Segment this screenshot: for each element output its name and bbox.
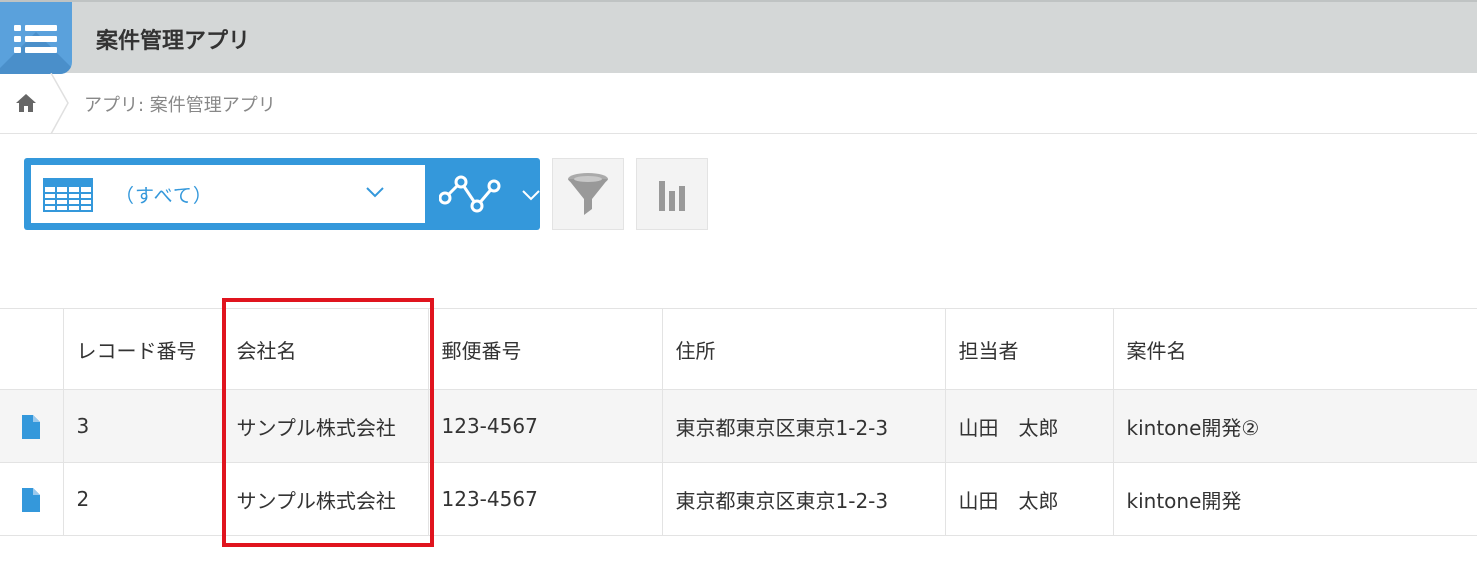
app-header: 案件管理アプリ: [0, 0, 1477, 74]
app-title: 案件管理アプリ: [96, 29, 251, 54]
cell-zip: 123-4567: [427, 389, 663, 463]
breadcrumb-app-link[interactable]: アプリ: 案件管理アプリ: [84, 91, 276, 117]
column-header-project[interactable]: 案件名: [1112, 308, 1477, 390]
cell-project: kintone開発: [1112, 462, 1477, 536]
filter-icon: [568, 173, 608, 215]
records-table: レコード番号 会社名 郵便番号 住所 担当者 案件名 3 サンプル株式会社 12…: [0, 308, 1477, 536]
chevron-down-icon: [522, 190, 540, 201]
table-header-row: レコード番号 会社名 郵便番号 住所 担当者 案件名: [0, 308, 1477, 390]
column-header-person[interactable]: 担当者: [944, 308, 1114, 390]
cell-person: 山田 太郎: [944, 389, 1114, 463]
cell-company: サンプル株式会社: [222, 462, 429, 536]
cell-person: 山田 太郎: [944, 462, 1114, 536]
column-header-actions: [0, 308, 64, 390]
breadcrumb: アプリ: 案件管理アプリ: [0, 73, 1477, 134]
cell-project: kintone開発②: [1112, 389, 1477, 463]
table-row[interactable]: 2 サンプル株式会社 123-4567 東京都東京区東京1-2-3 山田 太郎 …: [0, 462, 1477, 536]
breadcrumb-separator: [50, 73, 69, 134]
home-icon: [16, 94, 36, 112]
column-header-record-number[interactable]: レコード番号: [62, 308, 224, 390]
column-header-company[interactable]: 会社名: [222, 308, 429, 390]
chart-button[interactable]: [636, 158, 708, 230]
list-app-icon[interactable]: [0, 2, 72, 74]
record-detail-link[interactable]: [0, 462, 64, 536]
cell-zip: 123-4567: [427, 462, 663, 536]
record-detail-link[interactable]: [0, 389, 64, 463]
view-name: （すべて）: [115, 185, 213, 207]
document-icon: [22, 414, 41, 439]
cell-address: 東京都東京区東京1-2-3: [661, 389, 946, 463]
document-icon: [22, 487, 41, 512]
home-button[interactable]: [0, 73, 52, 133]
bar-chart-icon: [659, 181, 685, 211]
view-dropdown[interactable]: （すべて）: [31, 165, 425, 223]
view-selector: （すべて）: [24, 158, 540, 230]
filter-button[interactable]: [552, 158, 624, 230]
cell-record-number: 2: [62, 462, 224, 536]
column-header-address[interactable]: 住所: [661, 308, 946, 390]
chevron-down-icon: [366, 187, 384, 198]
column-header-zip[interactable]: 郵便番号: [427, 308, 663, 390]
cell-record-number: 3: [62, 389, 224, 463]
cell-address: 東京都東京区東京1-2-3: [661, 462, 946, 536]
graph-icon: [439, 175, 501, 213]
table-row[interactable]: 3 サンプル株式会社 123-4567 東京都東京区東京1-2-3 山田 太郎 …: [0, 389, 1477, 463]
graph-dropdown-button[interactable]: [425, 158, 540, 230]
cell-company: サンプル株式会社: [222, 389, 429, 463]
table-view-icon: [43, 178, 93, 212]
